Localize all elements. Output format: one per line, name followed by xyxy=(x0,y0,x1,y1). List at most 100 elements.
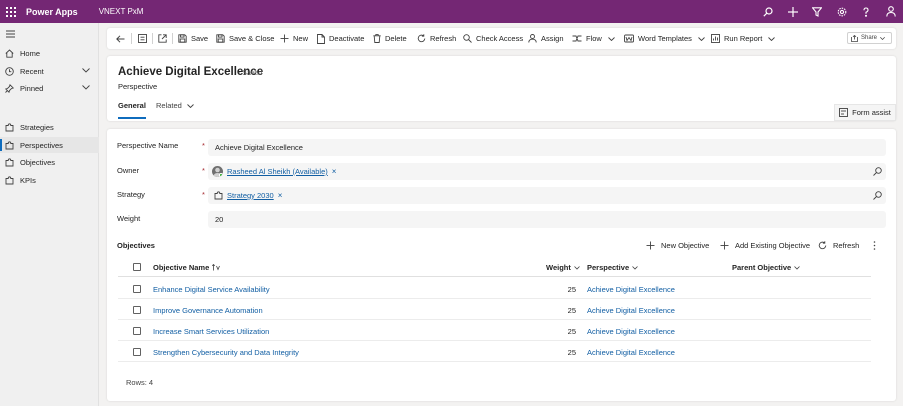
gear-icon[interactable] xyxy=(830,0,855,23)
perspective-name-field[interactable]: Achieve Digital Excellence xyxy=(208,139,886,156)
help-icon[interactable] xyxy=(854,0,879,23)
hamburger-menu-icon[interactable] xyxy=(6,30,15,38)
presence-available-icon xyxy=(219,173,223,177)
run-report-label: Run Report xyxy=(724,34,763,43)
rows-count: Rows: 4 xyxy=(126,378,154,387)
open-new-window-button[interactable] xyxy=(158,28,171,49)
back-button[interactable] xyxy=(116,28,129,49)
delete-button[interactable]: Delete xyxy=(373,28,407,49)
form-assist-button[interactable]: Form assist xyxy=(834,104,896,121)
perspective-link[interactable]: Achieve Digital Excellence xyxy=(587,348,675,357)
table-row[interactable]: Improve Governance Automation 25 Achieve… xyxy=(118,299,871,320)
check-access-label: Check Access xyxy=(476,34,524,43)
row-checkbox[interactable] xyxy=(133,285,141,293)
owner-lookup[interactable]: Rasheed Al Sheikh (Available) × xyxy=(208,163,886,180)
refresh-button[interactable]: Refresh xyxy=(417,28,456,49)
run-report-button[interactable]: Run Report xyxy=(711,28,779,49)
sidebar-item-recent[interactable]: Recent xyxy=(0,63,99,79)
person-icon xyxy=(528,34,537,43)
column-header-weight[interactable]: Weight xyxy=(546,263,580,272)
flow-button[interactable]: Flow xyxy=(572,28,619,49)
search-icon[interactable] xyxy=(873,167,882,176)
new-button[interactable]: New xyxy=(280,28,308,49)
table-row[interactable]: Increase Smart Services Utilization 25 A… xyxy=(118,320,871,341)
chevron-down-icon[interactable] xyxy=(82,68,90,73)
save-and-close-button[interactable]: Save & Close xyxy=(216,28,274,49)
objective-name-link[interactable]: Improve Governance Automation xyxy=(153,306,263,315)
more-commands-icon[interactable] xyxy=(873,236,882,254)
required-indicator: * xyxy=(202,166,205,175)
owner-link[interactable]: Rasheed Al Sheikh (Available) xyxy=(227,167,328,176)
user-icon[interactable] xyxy=(879,0,903,23)
save-button[interactable]: Save xyxy=(178,28,208,49)
perspective-link[interactable]: Achieve Digital Excellence xyxy=(587,327,675,336)
new-objective-button[interactable]: New Objective xyxy=(646,236,709,254)
sidebar-item-pinned[interactable]: Pinned xyxy=(0,80,99,96)
remove-owner-icon[interactable]: × xyxy=(332,167,337,176)
search-icon[interactable] xyxy=(873,191,882,200)
record-set-button[interactable] xyxy=(138,28,151,49)
column-header-label: Parent Objective xyxy=(732,263,792,272)
refresh-icon xyxy=(417,34,426,43)
pin-icon xyxy=(5,84,14,93)
select-all-checkbox[interactable] xyxy=(133,263,141,271)
new-objective-label: New Objective xyxy=(661,240,710,250)
word-icon xyxy=(624,34,634,43)
strategy-link[interactable]: Strategy 2030 xyxy=(227,191,274,200)
save-close-label: Save & Close xyxy=(229,34,275,43)
sidebar-item-strategies[interactable]: Strategies xyxy=(0,119,99,135)
deactivate-label: Deactivate xyxy=(329,34,365,43)
row-checkbox[interactable] xyxy=(133,306,141,314)
divider xyxy=(172,33,173,44)
sidebar-item-kpis[interactable]: KPIs xyxy=(0,172,99,188)
divider xyxy=(152,33,153,44)
column-header-objective-name[interactable]: Objective Name xyxy=(153,263,221,272)
objectives-grid-header: Objective Name Weight Perspective Parent… xyxy=(118,257,871,277)
objective-name-link[interactable]: Strengthen Cybersecurity and Data Integr… xyxy=(153,348,299,357)
table-row[interactable]: Enhance Digital Service Availability 25 … xyxy=(118,278,871,299)
chevron-down-icon[interactable] xyxy=(82,85,90,90)
remove-strategy-icon[interactable]: × xyxy=(278,191,283,200)
command-bar: Save Save & Close New Deactivate Delete … xyxy=(107,28,896,49)
tab-general[interactable]: General xyxy=(118,101,146,110)
objective-weight: 25 xyxy=(567,306,576,315)
sidebar-item-objectives[interactable]: Objectives xyxy=(0,154,99,170)
plus-icon xyxy=(720,241,729,249)
assign-button[interactable]: Assign xyxy=(528,28,564,49)
app-launcher-icon[interactable] xyxy=(0,0,22,23)
word-templates-label: Word Templates xyxy=(638,34,692,43)
save-icon xyxy=(216,34,225,43)
perspective-link[interactable]: Achieve Digital Excellence xyxy=(587,306,675,315)
check-access-button[interactable]: Check Access xyxy=(463,28,523,49)
perspective-link[interactable]: Achieve Digital Excellence xyxy=(587,285,675,294)
share-button[interactable]: Share xyxy=(847,32,892,44)
subgrid-refresh-button[interactable]: Refresh xyxy=(818,236,859,254)
weight-field[interactable]: 20 xyxy=(208,211,886,228)
new-label: New xyxy=(293,34,309,43)
sidebar-item-home[interactable]: Home xyxy=(0,45,99,61)
search-icon[interactable] xyxy=(756,0,781,23)
column-header-perspective[interactable]: Perspective xyxy=(587,263,638,272)
deactivate-button[interactable]: Deactivate xyxy=(317,28,364,49)
objective-name-link[interactable]: Increase Smart Services Utilization xyxy=(153,327,269,336)
perspective-name-value: Achieve Digital Excellence xyxy=(215,143,303,152)
divider xyxy=(131,33,132,44)
plus-icon[interactable] xyxy=(781,0,806,23)
sidebar-item-perspectives[interactable]: Perspectives xyxy=(0,137,99,153)
chevron-down-icon xyxy=(574,265,580,270)
app-name[interactable]: Power Apps xyxy=(26,7,78,17)
row-checkbox[interactable] xyxy=(133,327,141,335)
trash-icon xyxy=(373,34,381,43)
objective-weight: 25 xyxy=(567,348,576,357)
column-header-parent-objective[interactable]: Parent Objective xyxy=(732,263,800,272)
tab-related[interactable]: Related xyxy=(156,101,194,110)
chevron-down-icon xyxy=(608,36,615,41)
add-existing-objective-button[interactable]: Add Existing Objective xyxy=(720,236,810,254)
objective-name-link[interactable]: Enhance Digital Service Availability xyxy=(153,285,270,294)
word-templates-button[interactable]: Word Templates xyxy=(624,28,709,49)
table-row[interactable]: Strengthen Cybersecurity and Data Integr… xyxy=(118,341,871,362)
chevron-down-icon xyxy=(794,265,800,270)
strategy-lookup[interactable]: Strategy 2030 × xyxy=(208,187,886,204)
filter-icon[interactable] xyxy=(805,0,830,23)
row-checkbox[interactable] xyxy=(133,348,141,356)
